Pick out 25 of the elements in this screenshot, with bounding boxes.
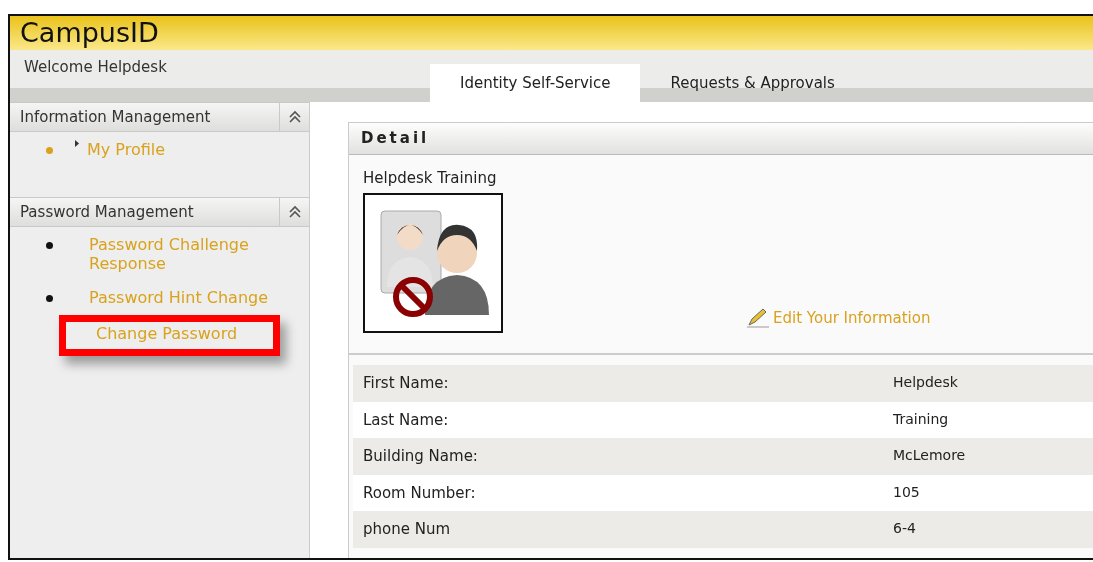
tab[interactable]: Identity Self-Service <box>430 64 641 102</box>
user-name: Helpdesk Training <box>363 167 498 189</box>
section-title: Information Management <box>20 106 211 128</box>
nav-link[interactable]: Password Hint Change <box>89 287 279 307</box>
field-value: Helpdesk <box>893 373 959 392</box>
field-label: phone Num <box>363 519 451 540</box>
nav-link[interactable]: My Profile <box>87 140 277 160</box>
tab[interactable]: Requests & Approvals <box>640 64 865 102</box>
field-value: McLemore <box>893 446 967 465</box>
pointer-icon <box>75 140 79 147</box>
field-label: Building Name: <box>363 446 478 467</box>
pencil-icon <box>747 307 769 328</box>
welcome-text: Welcome Helpdesk <box>23 57 168 78</box>
field-value: 105 <box>893 482 921 502</box>
edit-link[interactable]: Edit Your Information <box>747 306 931 329</box>
field-label: Room Number: <box>363 482 476 504</box>
app-title: CampusID <box>20 17 159 48</box>
field-label: First Name: <box>363 373 449 394</box>
field-label: Last Name: <box>363 409 449 431</box>
field-value: 6-4 <box>893 519 917 538</box>
field-value: Training <box>893 409 950 429</box>
avatar-icon <box>363 193 503 333</box>
nav-link[interactable]: Password Challenge Response <box>89 235 279 274</box>
nav-link[interactable]: Change Password <box>96 323 238 343</box>
section-title: Password Management <box>20 201 194 223</box>
